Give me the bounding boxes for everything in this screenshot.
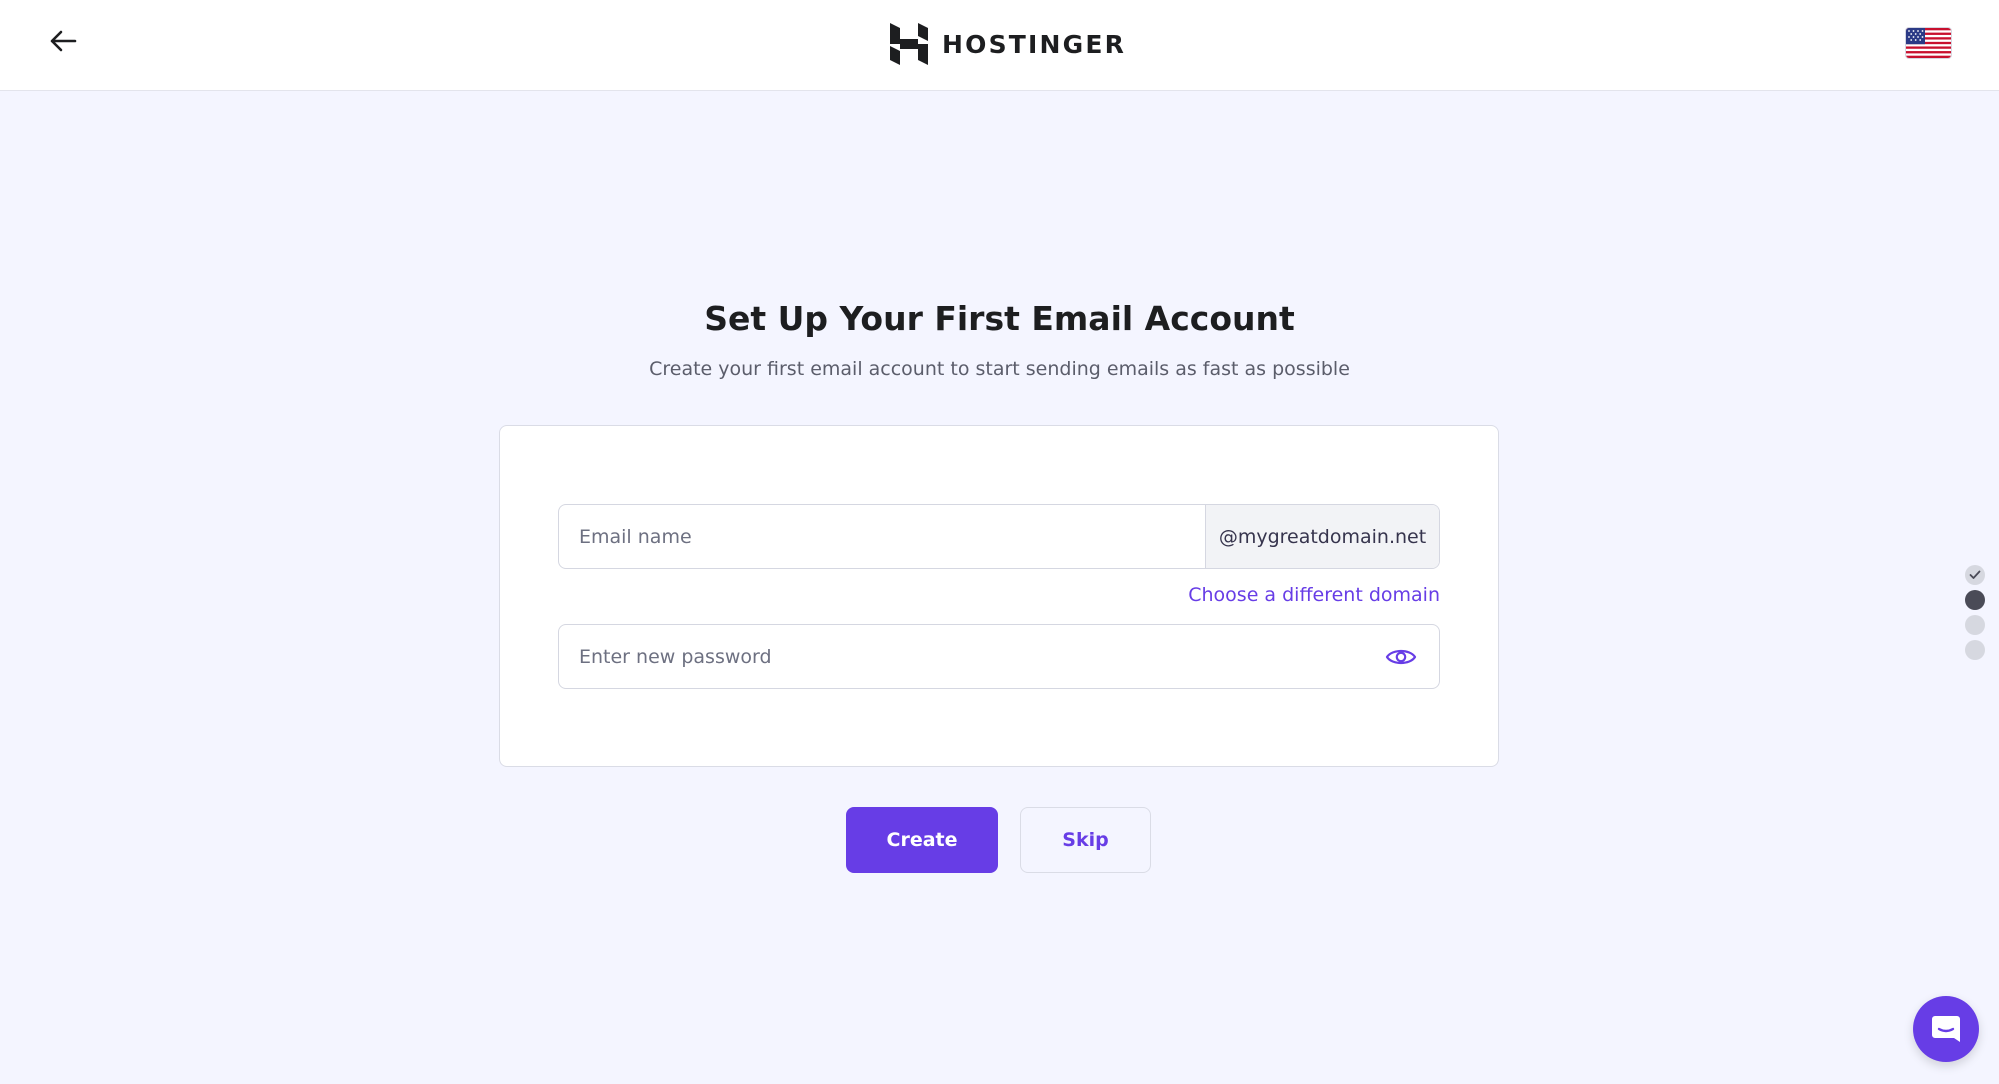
back-button[interactable] [44, 22, 82, 60]
progress-steps [1965, 565, 1987, 665]
choose-different-domain-link[interactable]: Choose a different domain [1188, 584, 1440, 606]
create-button[interactable]: Create [846, 807, 998, 873]
page-subtitle: Create your first email account to start… [649, 358, 1350, 380]
show-password-button[interactable] [1383, 639, 1419, 675]
step-1-completed [1965, 565, 1985, 585]
brand-name: HOSTINGER [942, 29, 1127, 59]
email-name-input[interactable] [559, 505, 1205, 568]
password-field-group [558, 624, 1440, 689]
skip-button[interactable]: Skip [1020, 807, 1151, 873]
arrow-left-icon [50, 30, 77, 52]
email-setup-card: @mygreatdomain.net Choose a different do… [499, 425, 1499, 767]
live-chat-button[interactable] [1913, 996, 1979, 1062]
eye-icon [1385, 649, 1417, 664]
email-name-field-group: @mygreatdomain.net [558, 504, 1440, 569]
check-icon [1969, 570, 1981, 579]
password-input[interactable] [559, 625, 1383, 688]
top-bar: HOSTINGER [0, 0, 1999, 91]
language-selector[interactable] [1906, 28, 1951, 58]
step-3 [1965, 615, 1985, 635]
page-title: Set Up Your First Email Account [704, 299, 1295, 338]
domain-suffix: @mygreatdomain.net [1205, 505, 1439, 568]
brand[interactable]: HOSTINGER [890, 22, 1126, 66]
chat-icon [1932, 1016, 1960, 1042]
hostinger-logo-icon [890, 23, 928, 65]
step-2-current [1965, 590, 1985, 610]
step-4 [1965, 640, 1985, 660]
us-flag-icon [1906, 28, 1951, 58]
